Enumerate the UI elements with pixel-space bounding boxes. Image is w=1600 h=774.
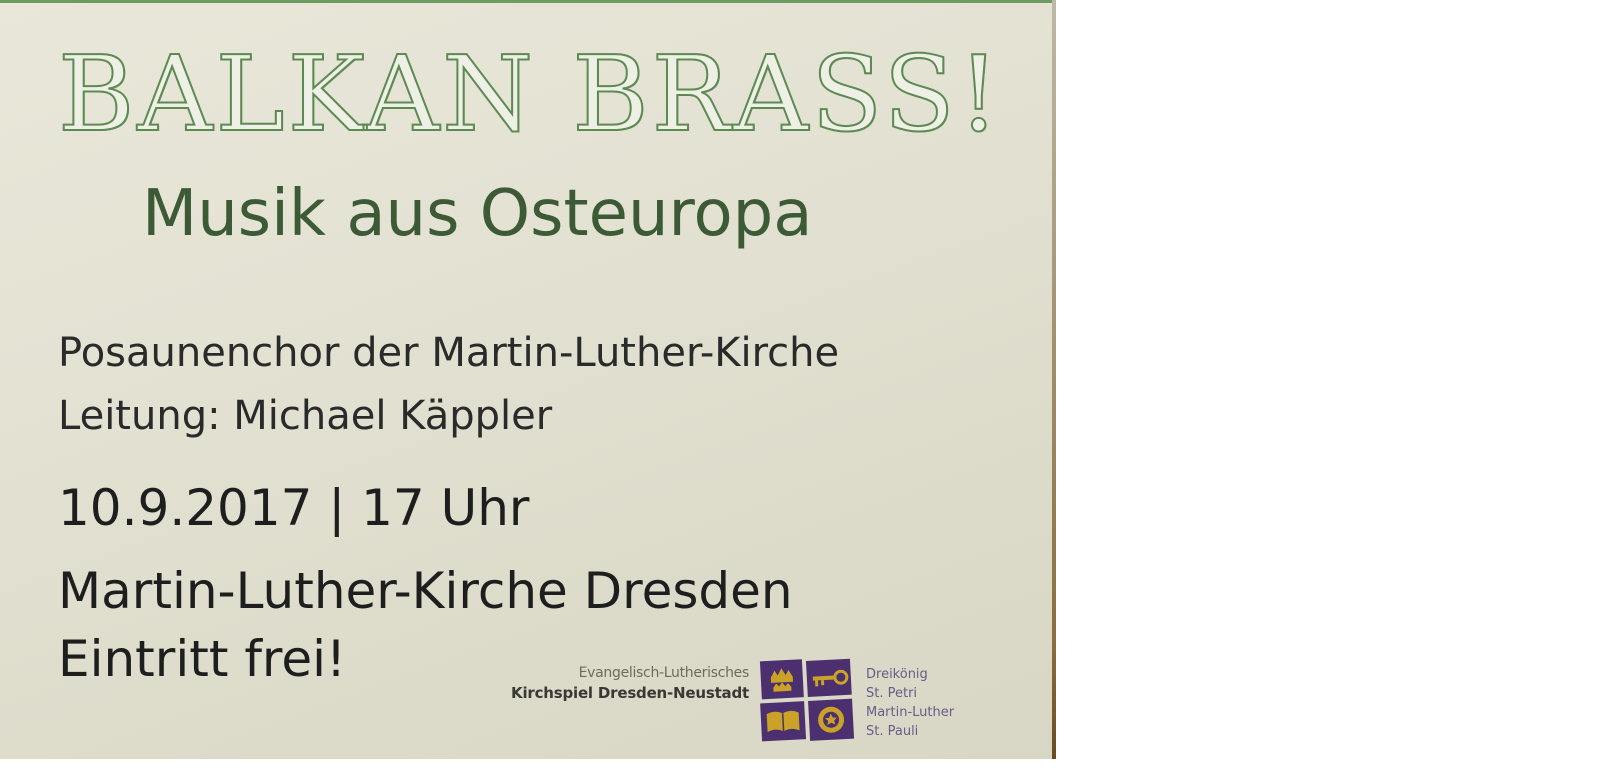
parish-crest-icon [759, 658, 855, 742]
choir-name: Posaunenchor der Martin-Luther-Kirche [58, 330, 840, 376]
organization-line-1: Evangelisch-Lutherisches [578, 665, 750, 681]
parish-item: Dreikönig [866, 667, 928, 682]
event-datetime: 10.9.2017 | 17 Uhr [58, 479, 530, 537]
organization-line-2: Kirchspiel Dresden-Neustadt [511, 683, 749, 702]
photo-bottom-edge [0, 759, 1056, 774]
parish-item: St. Pauli [866, 723, 919, 739]
organization-name: Evangelisch-Lutherisches Kirchspiel Dres… [511, 664, 749, 703]
entry-info: Eintritt frei! [58, 630, 347, 688]
parish-item: St. Petri [866, 685, 918, 701]
concert-poster: BALKAN BRASS! Musik aus Osteuropa Posaun… [0, 0, 1056, 759]
photo-canvas: BALKAN BRASS! Musik aus Osteuropa Posaun… [0, 0, 1600, 774]
poster-subtitle: Musik aus Osteuropa [142, 177, 813, 251]
parish-item: Martin-Luther [866, 704, 955, 720]
conductor-name: Leitung: Michael Käppler [58, 393, 553, 439]
event-venue: Martin-Luther-Kirche Dresden [58, 562, 793, 620]
poster-title: BALKAN BRASS! [57, 33, 1003, 155]
parish-list: Dreikönig St. Petri Martin-Luther St. Pa… [866, 666, 954, 741]
